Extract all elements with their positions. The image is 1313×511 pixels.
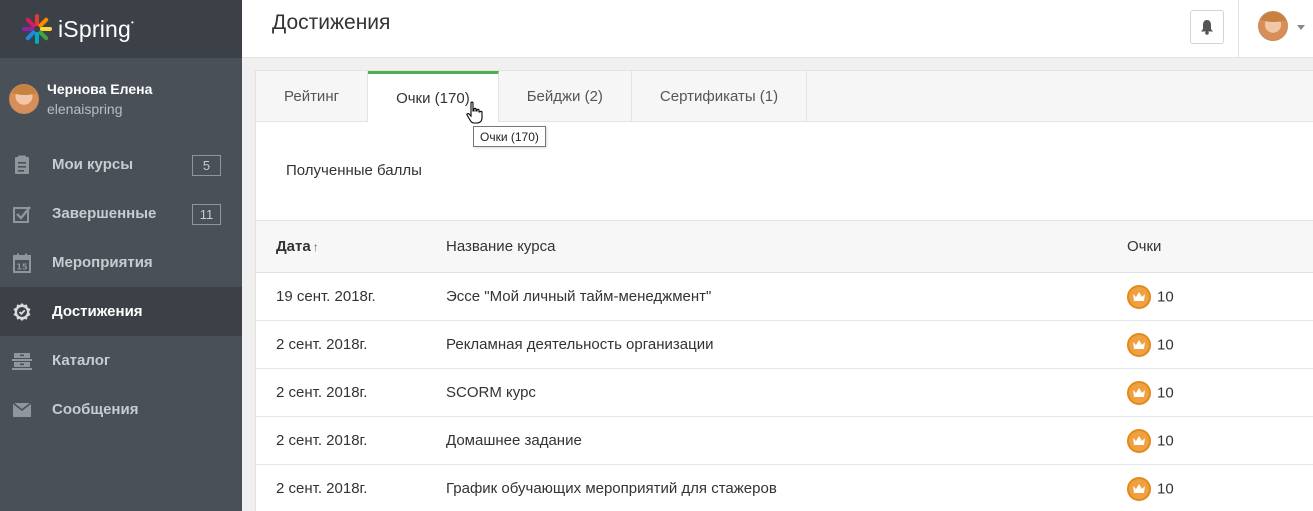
tooltip: Очки (170) xyxy=(473,126,546,147)
sidebar-item-label: Мои курсы xyxy=(52,156,134,173)
row-points: 10 xyxy=(1127,369,1313,417)
row-points: 10 xyxy=(1127,465,1313,511)
hand-cursor-icon xyxy=(466,101,483,124)
calendar-icon: 15 xyxy=(12,253,32,273)
points-value: 10 xyxy=(1157,480,1174,497)
column-header-date[interactable]: Дата ↑ xyxy=(256,221,446,273)
sidebar: iSpring• Чернова Елена elenaispring Мои … xyxy=(0,0,242,511)
row-date: 2 сент. 2018г. xyxy=(276,384,368,401)
sidebar-item-catalog[interactable]: Каталог xyxy=(0,336,242,385)
sidebar-item-label: Мероприятия xyxy=(52,254,153,271)
catalog-icon xyxy=(12,351,32,371)
top-header: Достижения xyxy=(242,0,1313,58)
crown-coin-icon xyxy=(1127,284,1151,309)
row-course-name[interactable]: Эссе "Мой личный тайм-менеджмент" xyxy=(446,273,1127,321)
notifications-button[interactable] xyxy=(1190,10,1224,44)
envelope-icon xyxy=(12,400,32,420)
chevron-down-icon[interactable] xyxy=(1297,25,1305,30)
user-name: Чернова Елена xyxy=(47,81,153,97)
tab-rating[interactable]: Рейтинг xyxy=(256,71,369,122)
user-avatar xyxy=(9,84,39,114)
table-header-row: Дата ↑ Название курса Очки xyxy=(256,220,1313,273)
crown-coin-icon xyxy=(1127,332,1151,357)
achievement-icon xyxy=(12,302,32,322)
table-row: 19 сент. 2018г. Эссе "Мой личный тайм-мен… xyxy=(256,273,1313,321)
svg-text:15: 15 xyxy=(16,262,28,271)
sidebar-item-label: Каталог xyxy=(52,352,111,369)
crown-coin-icon xyxy=(1127,380,1151,405)
logo[interactable]: iSpring• xyxy=(0,0,242,58)
checkbox-icon xyxy=(12,204,32,224)
sidebar-item-count: 5 xyxy=(192,155,221,176)
crown-coin-icon xyxy=(1127,476,1151,501)
table-row: 2 сент. 2018г. График обучающих мероприят… xyxy=(256,465,1313,511)
section-label: Полученные баллы xyxy=(286,162,422,179)
row-points: 10 xyxy=(1127,417,1313,465)
crown-coin-icon xyxy=(1127,428,1151,453)
row-date: 2 сент. 2018г. xyxy=(276,432,368,449)
achievements-card: Рейтинг Очки (170) Бейджи (2) Сертификат… xyxy=(255,70,1313,511)
tab-certificates[interactable]: Сертификаты (1) xyxy=(632,71,808,122)
ispring-logo-icon xyxy=(20,12,54,46)
row-course-name[interactable]: Рекламная деятельность организации xyxy=(446,321,1127,369)
row-date: 19 сент. 2018г. xyxy=(276,288,376,305)
bell-icon xyxy=(1201,20,1213,35)
sidebar-item-completed[interactable]: Завершенные 11 xyxy=(0,189,242,238)
sidebar-item-my-courses[interactable]: Мои курсы 5 xyxy=(0,140,242,189)
table-row: 2 сент. 2018г. Рекламная деятельность орг… xyxy=(256,321,1313,369)
points-value: 10 xyxy=(1157,432,1174,449)
sidebar-item-achievements[interactable]: Достижения xyxy=(0,287,242,336)
user-login: elenaispring xyxy=(47,101,123,117)
user-menu-avatar[interactable] xyxy=(1258,11,1288,41)
table-row: 2 сент. 2018г. SCORM курс 10 xyxy=(256,369,1313,417)
tab-badges[interactable]: Бейджи (2) xyxy=(499,71,632,122)
row-points: 10 xyxy=(1127,321,1313,369)
sidebar-item-count: 11 xyxy=(192,204,221,225)
page-title: Достижения xyxy=(272,11,391,34)
sidebar-item-label: Сообщения xyxy=(52,401,139,418)
points-value: 10 xyxy=(1157,384,1174,401)
sidebar-item-events[interactable]: 15 Мероприятия xyxy=(0,238,242,287)
points-value: 10 xyxy=(1157,336,1174,353)
points-value: 10 xyxy=(1157,288,1174,305)
points-table: Дата ↑ Название курса Очки 19 сент. 2018г… xyxy=(256,220,1313,511)
sidebar-item-label: Завершенные xyxy=(52,205,157,222)
logo-text: iSpring xyxy=(58,15,131,42)
row-date: 2 сент. 2018г. xyxy=(276,480,368,497)
table-row: 2 сент. 2018г. Домашнее задание 10 xyxy=(256,417,1313,465)
column-header-course[interactable]: Название курса xyxy=(446,221,1127,273)
row-course-name[interactable]: SCORM курс xyxy=(446,369,1127,417)
row-course-name[interactable]: Домашнее задание xyxy=(446,417,1127,465)
row-date: 2 сент. 2018г. xyxy=(276,336,368,353)
sidebar-item-messages[interactable]: Сообщения xyxy=(0,385,242,434)
column-header-points[interactable]: Очки xyxy=(1127,221,1313,273)
row-course-name[interactable]: График обучающих мероприятий для стажеро… xyxy=(446,465,1127,511)
sidebar-item-label: Достижения xyxy=(52,303,143,320)
row-points: 10 xyxy=(1127,273,1313,321)
sort-arrow-up-icon: ↑ xyxy=(312,240,319,254)
sidebar-nav: Мои курсы 5 Завершенные 11 15 Мероприяти… xyxy=(0,140,242,434)
courses-icon xyxy=(12,155,32,175)
user-profile[interactable]: Чернова Елена elenaispring xyxy=(0,58,242,140)
tab-bar: Рейтинг Очки (170) Бейджи (2) Сертификат… xyxy=(256,71,1313,122)
